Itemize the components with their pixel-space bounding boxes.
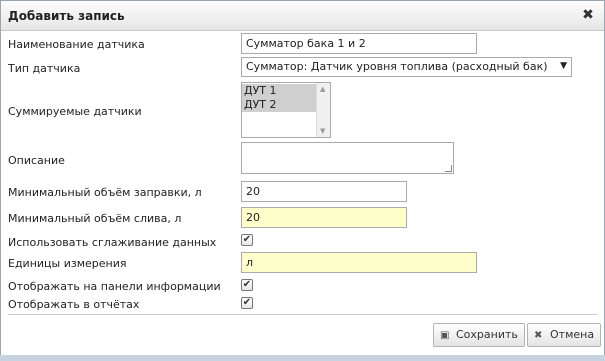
units-label: Единицы измерения xyxy=(8,257,127,270)
summed-sensors-label: Суммируемые датчики xyxy=(8,105,142,118)
smoothing-label: Использовать сглаживание данных xyxy=(8,236,217,249)
scroll-down-icon[interactable]: ▼ xyxy=(320,127,325,135)
dialog-footer: ▣ Сохранить ✖ Отмена xyxy=(1,315,604,355)
cancel-button[interactable]: ✖ Отмена xyxy=(527,323,602,347)
smoothing-checkbox[interactable]: ✔ xyxy=(241,234,253,246)
save-icon: ▣ xyxy=(440,330,450,341)
cancel-icon: ✖ xyxy=(534,330,543,341)
min-refuel-input[interactable]: 20 xyxy=(241,181,407,202)
cancel-button-label: Отмена xyxy=(550,328,595,341)
min-refuel-label: Минимальный объём заправки, л xyxy=(8,186,202,199)
sensor-name-label: Наименование датчика xyxy=(8,38,145,51)
show-info-panel-label: Отображать на панели информации xyxy=(8,280,221,293)
list-item[interactable]: ДУТ 2 xyxy=(242,98,316,112)
listbox-scrollbar[interactable]: ▲ ▼ xyxy=(316,83,330,137)
min-drain-label: Минимальный объём слива, л xyxy=(8,212,182,225)
description-textarea[interactable] xyxy=(241,142,454,174)
add-record-dialog: Добавить запись ✖ Наименование датчика С… xyxy=(0,0,605,355)
close-icon[interactable]: ✖ xyxy=(581,8,595,22)
save-button[interactable]: ▣ Сохранить xyxy=(433,323,525,347)
min-drain-input[interactable]: 20 xyxy=(241,207,407,228)
show-info-panel-checkbox[interactable]: ✔ xyxy=(241,279,253,291)
save-button-label: Сохранить xyxy=(456,328,518,341)
dialog-title: Добавить запись xyxy=(8,9,125,23)
description-label: Описание xyxy=(8,154,65,167)
resize-grip-icon[interactable] xyxy=(445,165,452,172)
show-reports-checkbox[interactable]: ✔ xyxy=(241,297,253,309)
chevron-down-icon: ▼ xyxy=(560,61,567,71)
dialog-titlebar: Добавить запись ✖ xyxy=(1,1,604,31)
sensor-name-input[interactable]: Сумматор бака 1 и 2 xyxy=(241,33,477,54)
sensor-type-select[interactable]: Сумматор: Датчик уровня топлива (расходн… xyxy=(241,57,572,77)
sensor-type-label: Тип датчика xyxy=(8,62,81,75)
units-input[interactable]: л xyxy=(241,252,477,273)
show-reports-label: Отображать в отчётах xyxy=(8,298,140,311)
list-item[interactable]: ДУТ 1 xyxy=(242,84,316,98)
summed-sensors-listbox[interactable]: ДУТ 1 ДУТ 2 ▲ ▼ xyxy=(241,82,331,138)
sensor-type-value: Сумматор: Датчик уровня топлива (расходн… xyxy=(246,60,548,73)
scroll-up-icon[interactable]: ▲ xyxy=(320,85,325,93)
